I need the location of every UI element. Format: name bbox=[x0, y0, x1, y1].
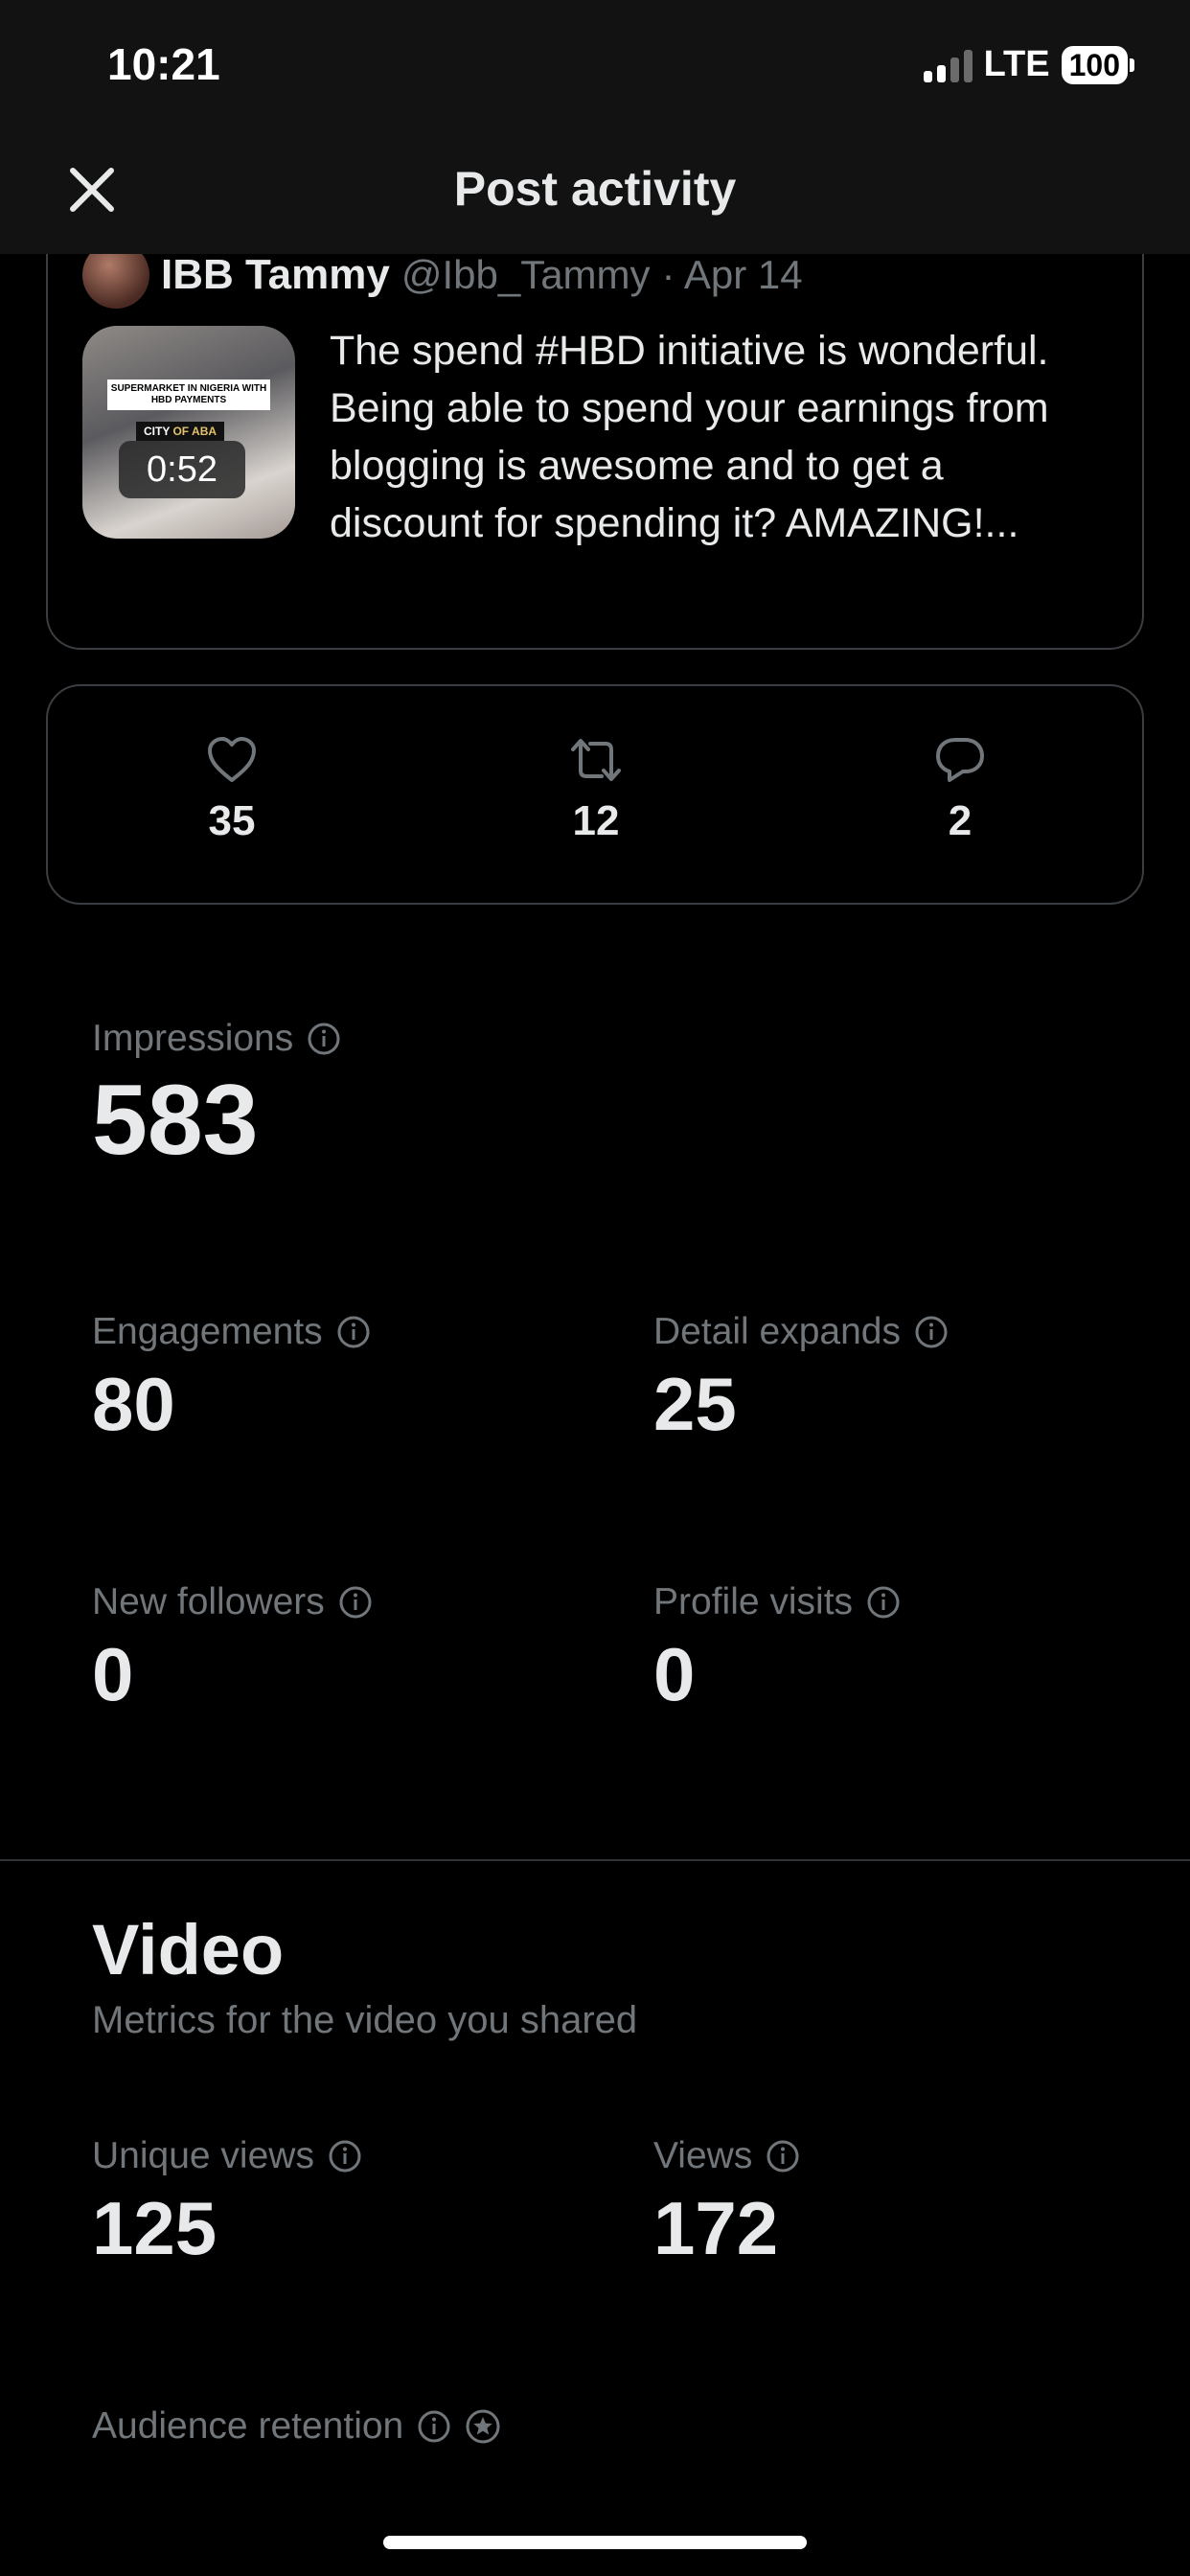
new-followers-metric: New followers 0 bbox=[92, 1581, 373, 1718]
info-icon[interactable] bbox=[338, 1585, 373, 1620]
thumbnail-city: CITY bbox=[144, 425, 171, 438]
post-text[interactable]: The spend #HBD initiative is wonderful. … bbox=[330, 322, 1077, 552]
info-icon[interactable] bbox=[914, 1315, 949, 1349]
impressions-value: 583 bbox=[92, 1065, 259, 1176]
info-icon[interactable] bbox=[866, 1585, 901, 1620]
detail-expands-value: 25 bbox=[653, 1362, 737, 1446]
battery-icon: 100 bbox=[1061, 45, 1134, 84]
info-icon[interactable] bbox=[336, 1315, 371, 1349]
thumbnail-city-label: CITY OF ABA bbox=[136, 422, 225, 441]
header: 10:21 LTE 100 Post activity bbox=[0, 0, 1190, 254]
info-icon[interactable] bbox=[417, 2409, 451, 2444]
audience-retention-label: Audience retention bbox=[92, 2405, 404, 2447]
status-time: 10:21 bbox=[107, 39, 220, 89]
video-duration-badge: 0:52 bbox=[119, 441, 245, 498]
impressions-label: Impressions bbox=[92, 1018, 294, 1059]
battery-level: 100 bbox=[1061, 45, 1128, 84]
detail-expands-label: Detail expands bbox=[653, 1311, 901, 1352]
likes-count: 35 bbox=[208, 797, 256, 844]
profile-visits-metric: Profile visits 0 bbox=[653, 1581, 901, 1718]
info-icon[interactable] bbox=[328, 2139, 362, 2174]
repost-icon bbox=[571, 739, 621, 781]
author-handle[interactable]: @Ibb_Tammy bbox=[401, 252, 651, 298]
audience-retention-metric: Audience retention bbox=[92, 2405, 501, 2448]
likes-stat[interactable]: 35 bbox=[136, 736, 328, 845]
impressions-metric: Impressions 583 bbox=[92, 1018, 341, 1178]
engagements-metric: Engagements 80 bbox=[92, 1311, 371, 1448]
video-section-subtitle: Metrics for the video you shared bbox=[92, 1999, 638, 2041]
views-value: 172 bbox=[653, 2186, 779, 2270]
home-indicator[interactable] bbox=[383, 2536, 807, 2549]
thumbnail-banner: SUPERMARKET IN NIGERIA WITH HBD PAYMENTS bbox=[107, 380, 270, 410]
reposts-count: 12 bbox=[572, 797, 620, 844]
views-metric: Views 172 bbox=[653, 2135, 800, 2272]
section-divider bbox=[0, 1859, 1190, 1861]
reposts-stat[interactable]: 12 bbox=[500, 736, 692, 845]
replies-stat[interactable]: 2 bbox=[864, 736, 1056, 845]
views-label: Views bbox=[653, 2135, 753, 2176]
engagements-label: Engagements bbox=[92, 1311, 323, 1352]
unique-views-label: Unique views bbox=[92, 2135, 314, 2176]
engagement-card: 35 12 2 bbox=[46, 684, 1144, 905]
post-date: · Apr 14 bbox=[661, 252, 803, 297]
engagements-value: 80 bbox=[92, 1362, 175, 1446]
detail-expands-metric: Detail expands 25 bbox=[653, 1311, 949, 1448]
video-thumbnail[interactable]: SUPERMARKET IN NIGERIA WITH HBD PAYMENTS… bbox=[82, 326, 295, 539]
profile-visits-value: 0 bbox=[653, 1632, 696, 1716]
heart-icon bbox=[208, 737, 256, 782]
thumbnail-city-accent: OF ABA bbox=[172, 425, 217, 438]
unique-views-value: 125 bbox=[92, 2186, 217, 2270]
network-label: LTE bbox=[983, 44, 1050, 84]
premium-icon[interactable] bbox=[465, 2408, 501, 2445]
info-icon[interactable] bbox=[766, 2139, 800, 2174]
post-activity-screen: IBB Tammy @Ibb_Tammy · Apr 14 SUPERMARKE… bbox=[0, 0, 1190, 2576]
reply-icon bbox=[936, 738, 984, 782]
profile-visits-label: Profile visits bbox=[653, 1581, 854, 1622]
page-title: Post activity bbox=[453, 162, 737, 216]
new-followers-value: 0 bbox=[92, 1632, 134, 1716]
status-indicators: LTE 100 bbox=[923, 44, 1134, 85]
info-icon[interactable] bbox=[307, 1022, 341, 1056]
author-name[interactable]: IBB Tammy bbox=[161, 251, 390, 299]
video-section-title: Video bbox=[92, 1910, 285, 1990]
new-followers-label: New followers bbox=[92, 1581, 325, 1622]
unique-views-metric: Unique views 125 bbox=[92, 2135, 362, 2272]
replies-count: 2 bbox=[948, 797, 973, 844]
signal-icon bbox=[923, 48, 973, 82]
